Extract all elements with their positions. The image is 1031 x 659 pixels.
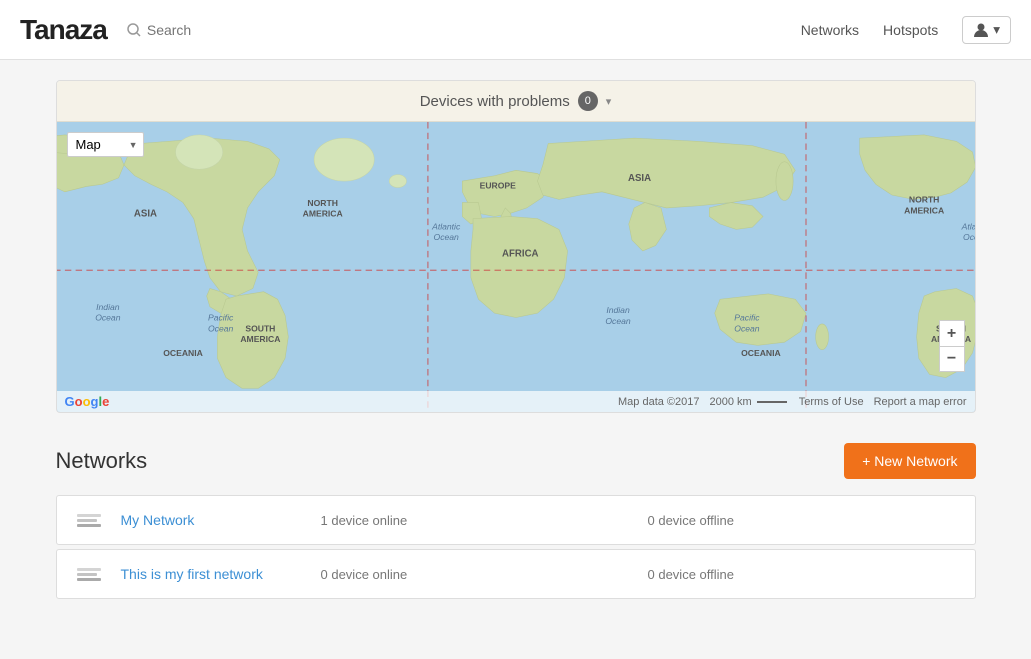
svg-text:Ocean: Ocean [605, 316, 631, 326]
svg-text:OCEANIA: OCEANIA [163, 348, 203, 358]
nav-hotspots[interactable]: Hotspots [883, 22, 938, 38]
svg-text:Pacific: Pacific [734, 313, 760, 323]
network-icon-bar-3 [77, 578, 101, 581]
svg-text:ASIA: ASIA [133, 209, 156, 220]
svg-text:NORTH: NORTH [307, 198, 337, 208]
network-online-count: 0 device online [321, 567, 628, 582]
network-list: My Network 1 device online 0 device offl… [56, 495, 976, 603]
user-menu-button[interactable]: ▾ [962, 16, 1011, 44]
zoom-controls: + − [939, 320, 965, 372]
svg-text:AMERICA: AMERICA [302, 209, 342, 219]
network-icon [77, 514, 101, 527]
search-bar[interactable] [127, 22, 267, 38]
network-icon-bar-3 [77, 524, 101, 527]
svg-text:AFRICA: AFRICA [502, 248, 539, 259]
google-logo: Google [65, 394, 110, 409]
network-offline-count: 0 device offline [648, 513, 955, 528]
svg-text:Atlantic: Atlantic [960, 221, 974, 231]
search-icon [127, 23, 141, 37]
network-online-count: 1 device online [321, 513, 628, 528]
world-map[interactable]: ASIA NORTH AMERICA EUROPE ASIA NORTH AME… [57, 122, 975, 412]
networks-title: Networks [56, 448, 148, 474]
map-scale: 2000 km [710, 396, 789, 408]
network-icon [77, 568, 101, 581]
new-network-button[interactable]: + New Network [844, 443, 975, 479]
map-container[interactable]: ASIA NORTH AMERICA EUROPE ASIA NORTH AME… [57, 122, 975, 412]
main-content: Devices with problems 0 ▾ [46, 80, 986, 603]
network-item[interactable]: My Network 1 device online 0 device offl… [56, 495, 976, 545]
svg-text:Ocean: Ocean [95, 313, 121, 323]
svg-text:Ocean: Ocean [433, 232, 459, 242]
problems-badge: 0 [578, 91, 598, 111]
map-type-dropdown[interactable]: Map Satellite [67, 132, 144, 157]
svg-text:AMERICA: AMERICA [240, 334, 280, 344]
svg-text:SOUTH: SOUTH [245, 323, 275, 333]
map-type-selector[interactable]: Map Satellite [67, 132, 144, 157]
svg-text:Pacific: Pacific [207, 313, 233, 323]
networks-section: Networks + New Network My Network 1 devi… [56, 443, 976, 603]
map-data-copyright: Map data ©2017 [618, 396, 700, 408]
logo: Tanaza [20, 14, 107, 46]
map-svg: ASIA NORTH AMERICA EUROPE ASIA NORTH AME… [57, 122, 975, 412]
nav-networks[interactable]: Networks [801, 22, 859, 38]
header: Tanaza Networks Hotspots ▾ [0, 0, 1031, 60]
user-caret: ▾ [993, 22, 1000, 38]
networks-header: Networks + New Network [56, 443, 976, 479]
svg-text:Ocean: Ocean [734, 323, 760, 333]
network-name[interactable]: My Network [121, 512, 301, 528]
user-icon [973, 22, 989, 38]
map-footer: Google Map data ©2017 2000 km Terms of U… [57, 391, 975, 412]
svg-text:Indian: Indian [96, 302, 120, 312]
network-icon-bar-2 [77, 519, 97, 522]
svg-text:NORTH: NORTH [908, 195, 939, 205]
terms-of-use-link[interactable]: Terms of Use [799, 396, 864, 408]
svg-text:Indian: Indian [606, 305, 630, 315]
network-offline-count: 0 device offline [648, 567, 955, 582]
svg-text:ASIA: ASIA [627, 173, 650, 184]
main-nav: Networks Hotspots ▾ [801, 16, 1011, 44]
svg-text:EUROPE: EUROPE [479, 181, 516, 191]
network-icon-bar-1 [77, 568, 101, 571]
search-input[interactable] [147, 22, 267, 38]
svg-text:OCEANIA: OCEANIA [741, 348, 781, 358]
zoom-in-button[interactable]: + [939, 320, 965, 346]
map-card: Devices with problems 0 ▾ [56, 80, 976, 413]
svg-text:Ocean: Ocean [963, 232, 975, 242]
network-icon-bar-1 [77, 514, 101, 517]
network-name[interactable]: This is my first network [121, 566, 301, 582]
report-map-error-link[interactable]: Report a map error [874, 396, 967, 408]
problems-dropdown-caret[interactable]: ▾ [606, 95, 612, 108]
zoom-out-button[interactable]: − [939, 346, 965, 372]
network-item[interactable]: This is my first network 0 device online… [56, 549, 976, 599]
svg-text:Ocean: Ocean [207, 323, 233, 333]
map-card-header: Devices with problems 0 ▾ [57, 81, 975, 122]
svg-text:Atlantic: Atlantic [431, 221, 461, 231]
svg-text:AMERICA: AMERICA [904, 205, 944, 215]
network-icon-bar-2 [77, 573, 97, 576]
problems-label: Devices with problems [420, 93, 570, 110]
